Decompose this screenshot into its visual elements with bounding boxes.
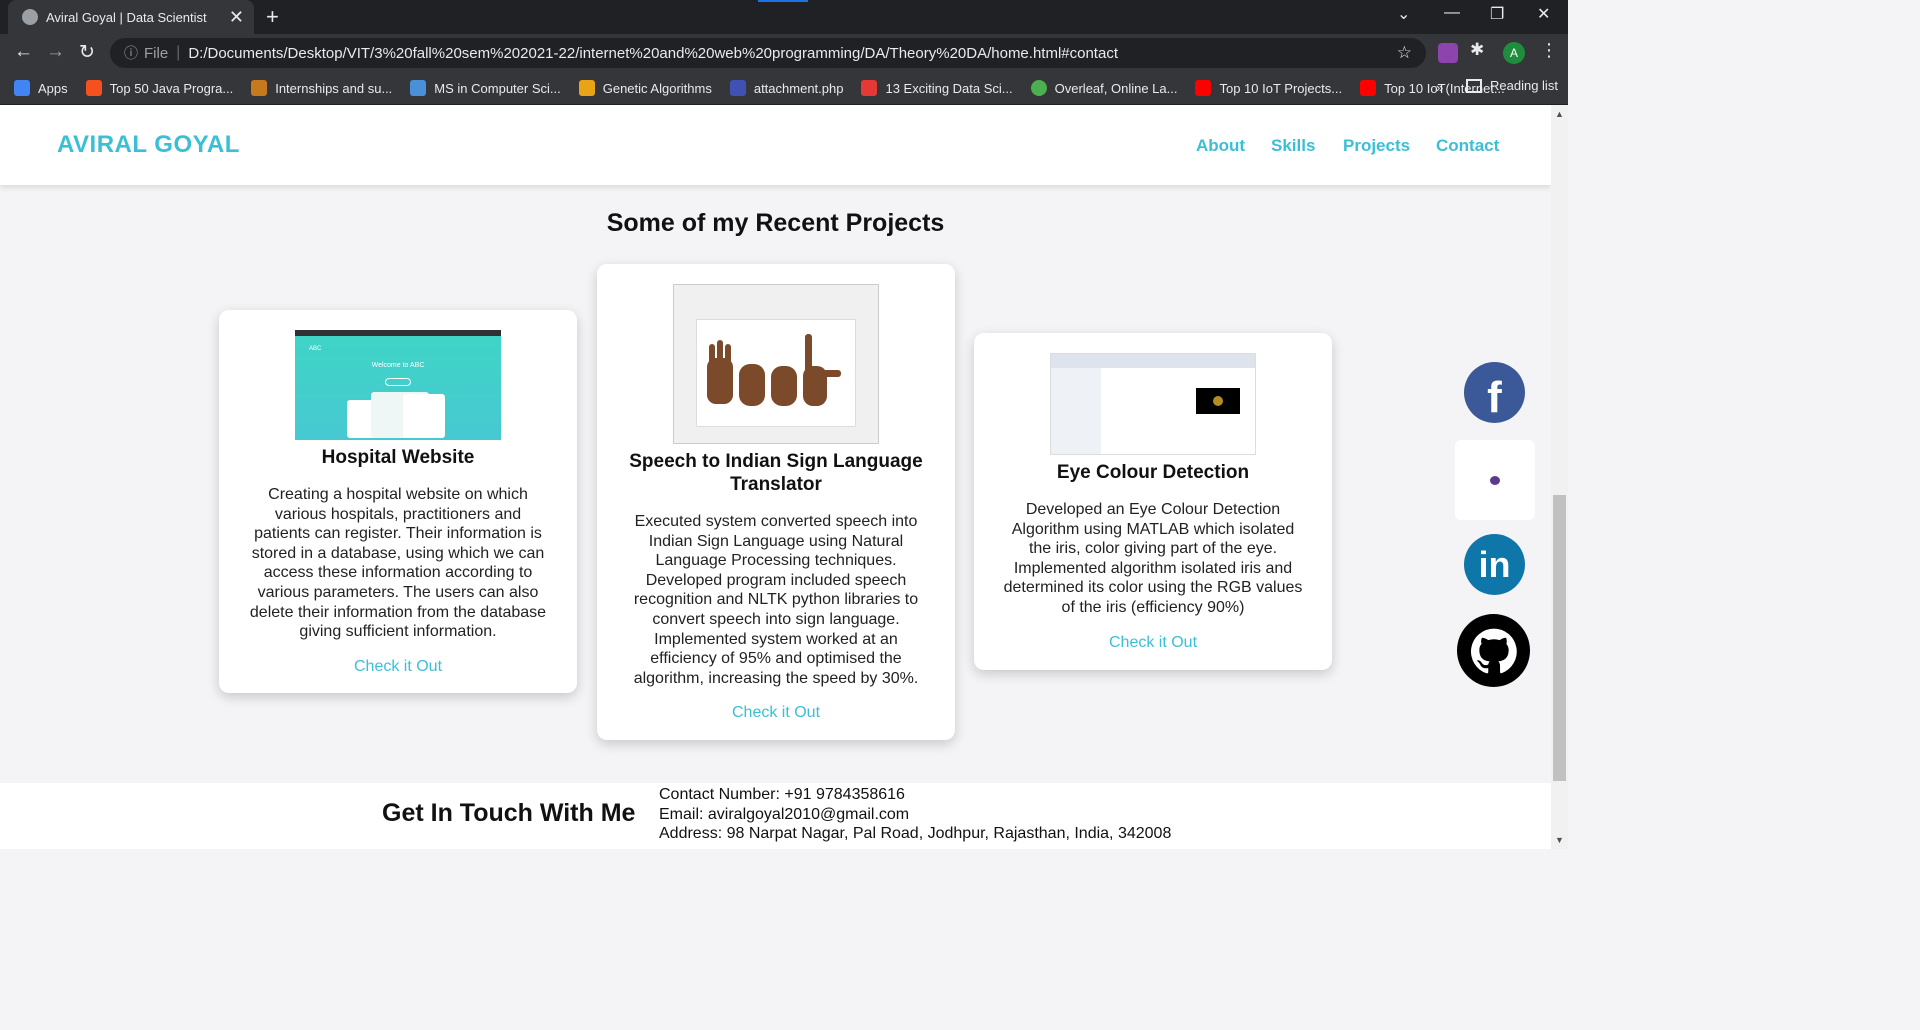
contact-details: Contact Number: +91 9784358616 Email: av… (659, 785, 1171, 844)
bookmark-item[interactable]: Genetic Algorithms (578, 80, 712, 96)
facebook-icon[interactable]: f (1464, 362, 1525, 423)
url-text[interactable]: D:/Documents/Desktop/VIT/3%20fall%20sem%… (188, 45, 1396, 62)
tab-search-icon[interactable]: ⌄ (1397, 4, 1410, 24)
bookmark-item[interactable]: 13 Exciting Data Sci... (861, 80, 1013, 96)
thumb-logo: ABC (309, 346, 322, 352)
github-octocat-glyph (1470, 628, 1517, 673)
site-header: AVIRAL GOYAL About Skills Projects Conta… (0, 105, 1551, 185)
hospital-website-screenshot: ABC Welcome to ABC (295, 330, 501, 440)
project-description: Creating a hospital website on which var… (249, 486, 547, 641)
check-it-out-link[interactable]: Check it Out (1109, 634, 1197, 652)
url-separator: | (176, 44, 181, 61)
bookmarks-overflow-button[interactable]: » (1436, 80, 1443, 95)
browser-tab[interactable]: Aviral Goyal | Data Scientist ✕ (8, 0, 254, 34)
scrollbar-thumb[interactable] (1553, 495, 1566, 781)
extension-icon[interactable] (1438, 43, 1458, 63)
browser-toolbar: ← → ↻ ⓘ File | D:/Documents/Desktop/VIT/… (0, 34, 1568, 72)
scroll-down-arrow-icon[interactable]: ▼ (1555, 835, 1564, 845)
linkedin-in-glyph: in (1478, 543, 1511, 585)
project-title: Hospital Website (321, 447, 475, 468)
menu-kebab-icon[interactable]: ⋮ (1540, 40, 1558, 61)
contact-title: Get In Touch With Me (382, 799, 636, 827)
bookmark-item[interactable]: Apps (14, 80, 68, 96)
minimize-icon[interactable]: — (1444, 4, 1460, 22)
close-tab-icon[interactable]: ✕ (229, 7, 244, 28)
nav-about[interactable]: About (1196, 136, 1245, 156)
bookmark-item[interactable]: Top 10 IoT Projects... (1195, 80, 1342, 96)
apps-grid-icon (14, 80, 30, 96)
nav-contact[interactable]: Contact (1436, 136, 1499, 156)
site-brand[interactable]: AVIRAL GOYAL (57, 131, 240, 159)
check-it-out-link[interactable]: Check it Out (354, 658, 442, 676)
tab-title: Aviral Goyal | Data Scientist (46, 9, 207, 25)
url-scheme: File (144, 44, 169, 62)
address-bar[interactable]: ⓘ File | D:/Documents/Desktop/VIT/3%20fa… (110, 38, 1426, 68)
bookmark-item[interactable]: Overleaf, Online La... (1030, 80, 1177, 96)
thumb-heading: Welcome to ABC (371, 362, 425, 369)
nav-projects[interactable]: Projects (1343, 136, 1410, 156)
contact-address: Address: 98 Narpat Nagar, Pal Road, Jodh… (659, 825, 1172, 843)
browser-tab-strip: Aviral Goyal | Data Scientist ✕ + ⌄ — ❐ … (0, 0, 1568, 34)
project-title: Speech to Indian Sign Language Translato… (629, 451, 923, 495)
messenger-icon[interactable] (1455, 440, 1535, 520)
bookmark-favicon-icon (578, 80, 595, 96)
close-window-icon[interactable]: ✕ (1537, 4, 1550, 24)
matlab-screenshot (1050, 353, 1256, 455)
project-description: Executed system converted speech into In… (633, 513, 919, 687)
bookmark-favicon-icon (861, 80, 878, 96)
project-description: Developed an Eye Colour Detection Algori… (1003, 501, 1303, 616)
forward-arrow-icon[interactable]: → (46, 41, 65, 63)
reload-icon[interactable]: ↻ (79, 41, 95, 64)
youtube-icon (1360, 80, 1377, 96)
hand-signs-icon (707, 334, 841, 406)
overleaf-icon (1030, 80, 1047, 96)
reading-list-button[interactable]: Reading list (1466, 78, 1558, 93)
bookmark-item[interactable]: Internships and su... (251, 80, 392, 96)
bookmark-item[interactable]: attachment.php (729, 80, 843, 96)
page-viewport: AVIRAL GOYAL About Skills Projects Conta… (0, 105, 1551, 849)
check-it-out-link[interactable]: Check it Out (732, 704, 820, 722)
messenger-glyph (1490, 475, 1500, 485)
github-icon[interactable] (1457, 614, 1530, 687)
tab-indicator (758, 0, 808, 2)
thumb-eye-iris (1213, 396, 1223, 406)
blogger-icon (85, 80, 102, 96)
facebook-f-glyph: f (1487, 372, 1502, 422)
project-title: Eye Colour Detection (1056, 462, 1250, 483)
thumb-matlab-sidebar (1051, 368, 1101, 454)
contact-section: Get In Touch With Me Contact Number: +91… (0, 783, 1551, 849)
bookmark-star-icon[interactable]: ☆ (1397, 43, 1412, 63)
info-icon[interactable]: ⓘ (124, 43, 138, 63)
projects-title: Some of my Recent Projects (606, 209, 945, 237)
bookmark-item[interactable]: MS in Computer Sci... (410, 80, 561, 96)
bookmarks-bar: Apps Top 50 Java Progra... Internships a… (0, 72, 1568, 105)
contact-email[interactable]: Email: aviralgoyal2010@gmail.com (659, 805, 1171, 825)
project-card-sign-language: Speech to Indian Sign Language Translato… (597, 264, 955, 740)
thumb-matlab-toolbar (1051, 354, 1255, 368)
puzzle-extensions-icon[interactable]: ✱ (1470, 40, 1490, 60)
contact-number: Contact Number: +91 9784358616 (659, 786, 905, 803)
bookmark-favicon-icon (410, 80, 427, 96)
project-card-hospital: ABC Welcome to ABC Hospital Website Crea… (219, 310, 577, 693)
scroll-up-arrow-icon[interactable]: ▲ (1555, 109, 1564, 119)
project-card-eye-colour: Eye Colour Detection Developed an Eye Co… (974, 333, 1332, 670)
thumb-sign-panel (696, 319, 856, 427)
new-tab-icon[interactable]: + (266, 4, 279, 30)
thumb-device-phone (403, 394, 445, 438)
back-arrow-icon[interactable]: ← (14, 41, 33, 63)
restore-icon[interactable]: ❐ (1490, 4, 1504, 24)
page-scrollbar[interactable]: ▲ ▼ (1551, 105, 1568, 849)
nav-skills[interactable]: Skills (1271, 136, 1315, 156)
reading-list-icon (1466, 78, 1482, 93)
thumb-button (385, 378, 411, 386)
bookmark-item[interactable]: Top 50 Java Progra... (85, 80, 233, 96)
profile-avatar[interactable]: A (1503, 42, 1525, 64)
youtube-icon (1195, 80, 1212, 96)
bookmark-favicon-icon (729, 80, 746, 96)
sign-language-screenshot (673, 284, 879, 444)
globe-icon (22, 9, 38, 25)
linkedin-icon[interactable]: in (1464, 534, 1525, 595)
bookmark-favicon-icon (251, 80, 268, 96)
